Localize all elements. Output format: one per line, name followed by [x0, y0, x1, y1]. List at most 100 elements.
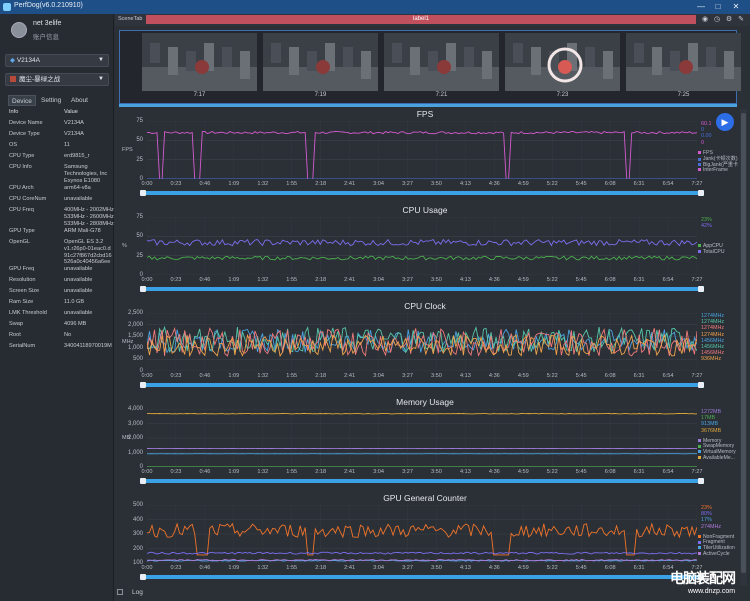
slider-handle-right[interactable] — [698, 190, 704, 196]
x-tick-label: 0:23 — [170, 373, 182, 379]
tab-about[interactable]: About — [68, 95, 91, 106]
current-value: 913MB — [701, 421, 719, 428]
slider-handle-left[interactable] — [140, 382, 146, 388]
series-line — [147, 130, 697, 179]
screenshot-thumbnail[interactable] — [263, 33, 378, 91]
y-axis-label: % — [122, 243, 127, 249]
edit-icon[interactable]: ✎ — [737, 15, 745, 24]
x-tick-label: 6:08 — [604, 565, 616, 571]
x-tick-label: 6:31 — [633, 469, 645, 475]
x-tick-label: 4:13 — [459, 565, 471, 571]
screenshot-thumbnail[interactable] — [142, 33, 257, 91]
slider-handle-left[interactable] — [140, 478, 146, 484]
maximize-button[interactable]: □ — [711, 1, 725, 13]
clock-icon[interactable]: ◷ — [713, 15, 721, 24]
title-bar: PerfDog(v6.0.210910) — □ ✕ — [0, 0, 750, 14]
x-tick-label: 1:32 — [257, 469, 269, 475]
x-tick-label: 7:27 — [691, 181, 703, 187]
series-line — [147, 255, 697, 261]
chart-plot[interactable] — [147, 121, 697, 179]
legend-item[interactable]: TotalCPU — [698, 249, 738, 255]
y-tick-label: 2,000 — [127, 321, 143, 328]
x-tick-label: 0:23 — [170, 469, 182, 475]
current-value: 1274MHz — [701, 331, 725, 338]
close-button[interactable]: ✕ — [729, 1, 743, 13]
screenshot-strip[interactable]: 7:17 7:19 7:21 7:23 7:25 — [119, 30, 741, 104]
tab-setting[interactable]: Setting — [38, 95, 64, 106]
slider-handle-left[interactable] — [140, 574, 146, 580]
chart-plot[interactable] — [147, 217, 697, 275]
chevron-down-icon: ▼ — [98, 76, 104, 82]
slider-handle-right[interactable] — [698, 286, 704, 292]
play-button[interactable]: ▶ — [716, 113, 734, 131]
time-range-slider[interactable] — [140, 382, 704, 388]
info-value: erd9815_r — [64, 153, 90, 159]
time-range-slider[interactable] — [140, 478, 704, 484]
x-tick-label: 0:23 — [170, 181, 182, 187]
y-tick-label: 300 — [132, 531, 143, 537]
info-key: CPU Info — [9, 164, 32, 170]
current-value: 274MHz — [701, 523, 722, 530]
y-tick-label: 500 — [132, 356, 143, 363]
log-button[interactable]: Log — [132, 589, 143, 596]
slider-handle-left[interactable] — [140, 190, 146, 196]
y-tick-label: 1,000 — [127, 344, 143, 351]
x-tick-label: 4:59 — [517, 181, 529, 187]
info-value: V2134A — [64, 120, 84, 126]
x-tick-label: 4:59 — [517, 469, 529, 475]
x-tick-label: 0:23 — [170, 277, 182, 283]
label-bar[interactable]: label1 — [146, 15, 696, 24]
x-tick-label: 1:55 — [286, 181, 298, 187]
y-tick-label: 75 — [136, 118, 143, 124]
legend-swatch — [698, 551, 701, 555]
chart-title: GPU General Counter — [383, 493, 467, 503]
legend-item[interactable]: AvailableMe... — [698, 455, 738, 461]
current-value: 23% — [701, 217, 712, 223]
x-tick-label: 1:32 — [257, 181, 269, 187]
device-select[interactable]: ◆ V2134A ▼ — [5, 54, 109, 67]
tab-device[interactable]: Device — [8, 95, 36, 106]
time-range-slider[interactable] — [140, 574, 704, 580]
account-info-link[interactable]: 账户信息 — [33, 31, 59, 41]
slider-handle-right[interactable] — [698, 382, 704, 388]
time-range-slider[interactable] — [140, 190, 704, 196]
screenshot-thumbnail[interactable] — [505, 33, 620, 91]
screenshot-thumbnail[interactable] — [626, 33, 741, 91]
log-checkbox[interactable] — [117, 589, 123, 595]
x-tick-label: 5:22 — [546, 373, 558, 379]
x-tick-label: 5:45 — [575, 373, 587, 379]
legend-swatch — [698, 450, 701, 454]
x-tick-label: 2:41 — [344, 565, 356, 571]
x-tick-label: 0:00 — [141, 181, 153, 187]
info-key: CPU CoreNum — [9, 196, 47, 202]
x-tick-label: 2:41 — [344, 277, 356, 283]
user-name: net 3elife — [33, 20, 62, 27]
legend-item[interactable]: ActiveCycle — [698, 551, 738, 557]
app-logo-icon — [3, 3, 11, 11]
legend-item[interactable]: InterFrame — [698, 167, 738, 173]
vertical-scrollbar[interactable] — [740, 109, 747, 585]
chart-plot[interactable] — [147, 313, 697, 371]
x-tick-label: 2:41 — [344, 373, 356, 379]
slider-handle-left[interactable] — [140, 286, 146, 292]
location-icon[interactable]: ◉ — [701, 15, 709, 24]
slider-handle-right[interactable] — [698, 478, 704, 484]
scene-tab[interactable]: SceneTab — [118, 16, 142, 22]
chart-plot[interactable] — [147, 409, 697, 467]
settings-icon[interactable]: ⚙ — [725, 15, 733, 24]
minimize-button[interactable]: — — [694, 1, 708, 13]
x-tick-label: 3:27 — [402, 565, 413, 571]
avatar[interactable] — [11, 22, 27, 38]
y-tick-label: 200 — [132, 545, 143, 552]
screenshot-scrollbar[interactable] — [119, 104, 737, 107]
time-range-slider[interactable] — [140, 286, 704, 292]
chart-plot[interactable] — [147, 505, 697, 563]
x-tick-label: 5:22 — [546, 181, 558, 187]
x-tick-label: 3:50 — [431, 181, 442, 187]
x-tick-label: 6:08 — [604, 181, 616, 187]
info-key: SerialNum — [9, 343, 36, 349]
x-tick-label: 1:09 — [228, 469, 240, 475]
x-tick-label: 3:27 — [402, 181, 413, 187]
screenshot-thumbnail[interactable] — [384, 33, 499, 91]
app-select[interactable]: 魔尘-暴绿之战 ▼ — [5, 73, 109, 86]
